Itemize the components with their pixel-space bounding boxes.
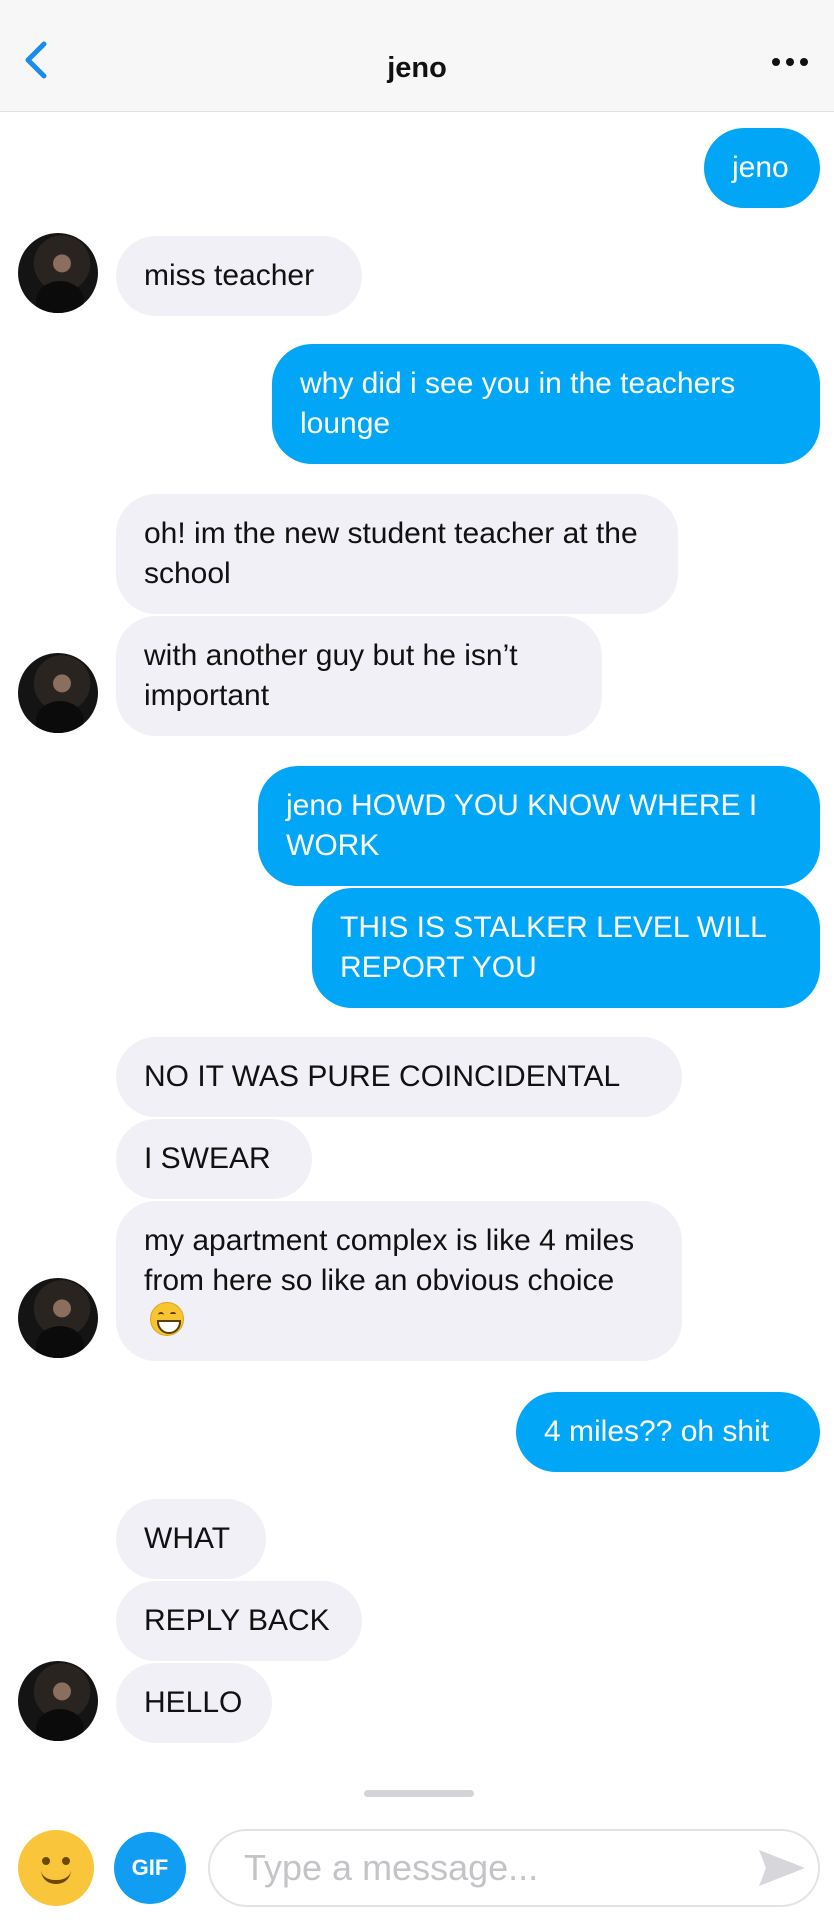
avatar[interactable] (18, 653, 98, 733)
message-bubble-outgoing[interactable]: why did i see you in the teachers lounge (272, 344, 820, 464)
smiley-icon[interactable] (18, 1830, 94, 1906)
message-thread[interactable]: jeno miss teacher why did i see you in t… (0, 112, 834, 1752)
more-dots-icon (772, 58, 780, 66)
message-bubble-outgoing[interactable]: 4 miles?? oh shit (516, 1392, 820, 1472)
avatar[interactable] (18, 1278, 98, 1358)
scroll-handle (364, 1790, 474, 1797)
message-bubble-incoming[interactable]: with another guy but he isn’t important (116, 616, 602, 736)
composer-bar: GIF (0, 1820, 834, 1920)
message-input[interactable] (208, 1829, 820, 1907)
message-bubble-incoming[interactable]: my apartment complex is like 4 miles fro… (116, 1201, 682, 1361)
message-bubble-incoming[interactable]: oh! im the new student teacher at the sc… (116, 494, 678, 614)
message-bubble-incoming[interactable]: miss teacher (116, 236, 362, 316)
message-bubble-outgoing[interactable]: THIS IS STALKER LEVEL WILL REPORT YOU (312, 888, 820, 1008)
message-text: my apartment complex is like 4 miles fro… (144, 1224, 635, 1297)
message-bubble-incoming[interactable]: HELLO (116, 1663, 272, 1743)
message-bubble-outgoing[interactable]: jeno HOWD YOU KNOW WHERE I WORK (258, 766, 820, 886)
avatar[interactable] (18, 1661, 98, 1741)
conversation-title[interactable]: jeno (0, 52, 834, 85)
grinning-face-emoji (150, 1302, 184, 1336)
more-options-button[interactable] (772, 58, 808, 66)
message-bubble-outgoing[interactable]: jeno (704, 128, 820, 208)
message-bubble-incoming[interactable]: I SWEAR (116, 1119, 312, 1199)
avatar[interactable] (18, 233, 98, 313)
conversation-header: jeno (0, 0, 834, 112)
message-bubble-incoming[interactable]: REPLY BACK (116, 1581, 362, 1661)
gif-button[interactable]: GIF (114, 1832, 186, 1904)
message-bubble-incoming[interactable]: NO IT WAS PURE COINCIDENTAL (116, 1037, 682, 1117)
message-bubble-incoming[interactable]: WHAT (116, 1499, 266, 1579)
send-button[interactable] (756, 1846, 808, 1890)
send-arrow-icon (759, 1850, 805, 1886)
